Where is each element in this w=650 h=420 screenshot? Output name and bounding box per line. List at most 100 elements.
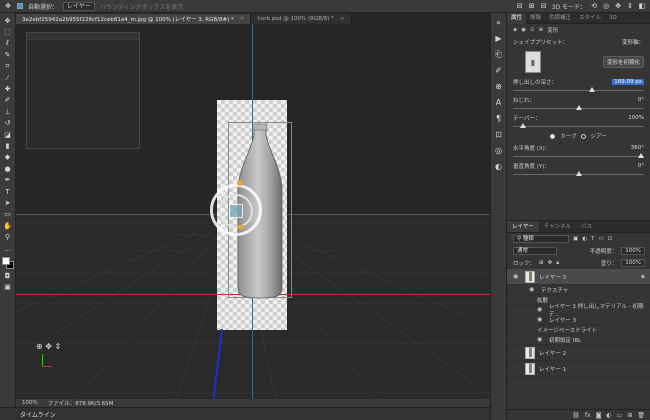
twist-slider[interactable] [513, 105, 644, 112]
horizontal-angle-slider[interactable] [513, 153, 645, 160]
curve-radio[interactable] [550, 133, 556, 139]
show-transform-controls-label[interactable]: バウンディングボックスを表示 [100, 2, 183, 11]
shape-icon[interactable]: ▭ [2, 210, 14, 219]
path-select-icon[interactable]: ➤ [2, 198, 14, 207]
brush-settings-icon[interactable]: ✐ [493, 65, 504, 76]
slider-thumb[interactable] [638, 153, 645, 158]
more-tools-icon[interactable]: … [2, 244, 14, 253]
layer-sublayer[interactable]: ◉ 初期設定 IBL [507, 335, 650, 345]
trash-icon[interactable]: 🗑︎ [637, 412, 645, 419]
tab-3d[interactable]: 3D [605, 13, 621, 24]
lasso-icon[interactable]: ℓ [2, 39, 14, 48]
tab-properties[interactable]: 属性 [507, 12, 527, 24]
blur-icon[interactable]: ◆ [2, 153, 14, 162]
3d-gizmo-handle-bottom[interactable] [237, 225, 244, 229]
coordinates-icon[interactable]: ⊕ [539, 27, 544, 33]
crop-icon[interactable]: ⌗ [2, 62, 14, 71]
history-brush-icon[interactable]: ↺ [2, 119, 14, 128]
tab-paths[interactable]: パス [576, 221, 597, 232]
paragraph-icon[interactable]: ¶ [493, 113, 504, 124]
clone-source-icon[interactable]: ⊕ [493, 81, 504, 92]
link-icon[interactable]: ⛓︎ [572, 412, 580, 419]
close-icon[interactable]: × [240, 16, 245, 22]
character-icon[interactable]: A [493, 97, 504, 108]
eyedropper-icon[interactable]: ⁄ [2, 73, 14, 82]
lock-pixels-icon[interactable]: ⊞ [539, 260, 544, 266]
screen-mode-icon[interactable]: ▣ [2, 283, 14, 292]
layer-sublayer[interactable]: ◉ テクスチャ [507, 285, 650, 295]
3d-panel-icon[interactable]: ◎ [493, 145, 504, 156]
shape-preset-thumbnail[interactable]: ▮ [525, 51, 541, 73]
extrusion-depth-input[interactable]: 169.09 px [612, 79, 644, 85]
quick-mask-icon[interactable]: ◘ [2, 271, 14, 280]
mesh-icon[interactable]: ◈ [513, 27, 517, 33]
filter-adjustment-icon[interactable]: ◐ [582, 236, 587, 242]
group-icon[interactable]: ▭ [617, 412, 623, 419]
slider-thumb[interactable] [588, 87, 595, 92]
tab-adjustments[interactable]: 色調補正 [545, 13, 575, 24]
foreground-color[interactable] [1, 257, 10, 266]
cap-icon[interactable]: ⊙ [530, 27, 535, 33]
expand-panels-icon[interactable]: « [493, 17, 504, 28]
adjustment-layer-icon[interactable]: ◐ [606, 412, 611, 419]
align-left-icon[interactable]: ⊟ [516, 2, 524, 10]
taper-input[interactable]: 100% [628, 115, 644, 121]
scale-3d-icon[interactable]: ◧ [638, 2, 646, 10]
close-icon[interactable]: × [340, 16, 345, 22]
glyphs-icon[interactable]: ⊡ [493, 129, 504, 140]
filter-type-icon[interactable]: T [591, 236, 594, 242]
fill-input[interactable]: 100% [621, 259, 645, 267]
vertical-angle-input[interactable]: 0° [638, 163, 644, 169]
twist-input[interactable]: 0° [638, 97, 644, 103]
opacity-input[interactable]: 100% [621, 247, 645, 255]
drag-3d-icon[interactable]: ✥ [614, 2, 622, 10]
adjustments-icon[interactable]: ◐ [493, 161, 504, 172]
3d-gizmo-center-cube[interactable] [229, 204, 243, 218]
layer-sublayer[interactable]: ◉ レイヤー 3 押し出しマテリアル - 初期デ... [507, 304, 650, 318]
tab-document-2[interactable]: horb.psd @ 100% (RGB/8) * × [251, 14, 352, 24]
color-swatches[interactable] [1, 257, 14, 270]
play-icon[interactable]: ▶ [493, 33, 504, 44]
zoom-icon[interactable]: ⚲ [2, 232, 14, 241]
hand-icon[interactable]: ✋ [2, 221, 14, 230]
tab-channels[interactable]: チャンネル [539, 221, 576, 232]
tab-info[interactable]: 情報 [526, 13, 545, 24]
3d-gizmo-handle-top[interactable] [237, 180, 243, 186]
lock-position-icon[interactable]: ✥ [548, 260, 553, 266]
history-icon[interactable]: ⎗ [493, 49, 504, 60]
gradient-icon[interactable]: ▮ [2, 141, 14, 150]
blend-mode-dropdown[interactable]: 通常 [513, 247, 557, 255]
slider-thumb[interactable] [575, 171, 582, 176]
stamp-icon[interactable]: ⊥ [2, 107, 14, 116]
3d-axis-widget[interactable]: ⊕ ✥ ⇕ [36, 342, 61, 351]
slide-3d-icon[interactable]: ⇕ [626, 2, 634, 10]
eye-icon[interactable]: ◉ [513, 273, 521, 280]
horizontal-angle-input[interactable]: 360° [631, 145, 644, 151]
quick-select-icon[interactable]: ✎ [2, 50, 14, 59]
filter-smart-icon[interactable]: ⊡ [608, 236, 613, 242]
eye-icon[interactable]: ◉ [529, 286, 537, 293]
auto-select-target-dropdown[interactable]: レイヤー [63, 1, 95, 11]
marquee-icon[interactable]: ⬚ [2, 27, 14, 36]
lock-all-icon[interactable]: 🔒︎ [556, 260, 559, 267]
slider-thumb[interactable] [520, 123, 527, 128]
eraser-icon[interactable]: ◪ [2, 130, 14, 139]
extrusion-depth-slider[interactable] [513, 87, 644, 94]
layer-row[interactable]: レイヤー 1 [507, 361, 650, 377]
vertical-angle-slider[interactable] [513, 171, 644, 178]
move-tool-icon[interactable]: ✥ [4, 2, 12, 10]
layer-row[interactable]: レイヤー 2 [507, 345, 650, 361]
dodge-icon[interactable]: ● [2, 164, 14, 173]
slider-thumb[interactable] [575, 105, 582, 110]
eye-icon[interactable]: ◉ [537, 316, 545, 323]
pen-icon[interactable]: ✒ [2, 175, 14, 184]
fx-icon[interactable]: fx [585, 412, 591, 419]
taper-slider[interactable] [513, 123, 644, 130]
align-center-icon[interactable]: ⊞ [528, 2, 536, 10]
type-icon[interactable]: T [2, 187, 14, 196]
tab-layers[interactable]: レイヤー [507, 221, 539, 232]
filter-shape-icon[interactable]: ▭ [598, 236, 603, 242]
deform-icon[interactable]: ◉ [521, 27, 526, 33]
mask-icon[interactable]: ◙ [596, 412, 602, 419]
zoom-level[interactable]: 100% [22, 400, 38, 406]
